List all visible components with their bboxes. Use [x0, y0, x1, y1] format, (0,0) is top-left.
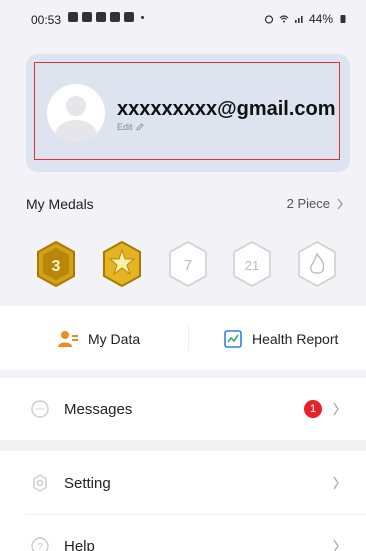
- more-notifications-icon: [141, 15, 144, 19]
- help-row[interactable]: ? Help: [0, 515, 366, 551]
- medal-number: 21: [245, 258, 259, 273]
- help-label: Help: [64, 538, 95, 551]
- medal-21-days-icon[interactable]: 21: [230, 240, 274, 288]
- twitter-icon: [124, 12, 134, 22]
- battery-text: 44%: [308, 12, 333, 26]
- medal-fire-icon[interactable]: [295, 240, 339, 288]
- medal-number: 3: [52, 258, 61, 275]
- messages-label: Messages: [64, 401, 133, 418]
- medals-count-link[interactable]: 2 Piece: [287, 196, 344, 211]
- avatar[interactable]: [47, 84, 105, 142]
- youtube-icon: [82, 12, 92, 22]
- gear-icon: [33, 474, 47, 492]
- wifi-icon: [279, 15, 289, 23]
- messages-badge: 1: [304, 400, 322, 418]
- health-report-label: Health Report: [252, 331, 339, 347]
- status-right: 44%: [264, 12, 348, 26]
- avatar-body-shape: [55, 120, 97, 142]
- chevron-right-icon: [337, 198, 343, 209]
- chevron-right-icon: [333, 539, 339, 551]
- quick-links-divider: [188, 325, 189, 351]
- svg-text:?: ?: [37, 542, 43, 551]
- battery-icon: [340, 15, 346, 23]
- my-data-label: My Data: [88, 331, 141, 347]
- my-data-button[interactable]: My Data: [58, 330, 140, 348]
- medal-number: 7: [184, 257, 192, 274]
- medals-count-label: 2 Piece: [286, 196, 330, 211]
- status-bar: 00:53 44%: [0, 0, 366, 40]
- status-time: 00:53: [31, 13, 62, 27]
- edit-profile-link[interactable]: Edit: [117, 122, 144, 132]
- health-report-button[interactable]: Health Report: [224, 330, 338, 348]
- alarm-icon: [264, 15, 274, 24]
- health-report-icon: [224, 330, 242, 348]
- chat-bubble-icon: [31, 400, 49, 418]
- messages-row[interactable]: Messages 1: [0, 378, 366, 440]
- setting-row[interactable]: Setting: [0, 451, 366, 513]
- avatar-head-shape: [66, 96, 86, 116]
- edit-label: Edit: [117, 122, 133, 132]
- facebook-icon: [68, 12, 78, 22]
- help-icon: ?: [31, 537, 49, 551]
- section-separator: [0, 370, 366, 378]
- chevron-right-icon: [333, 402, 339, 416]
- chevron-right-icon: [333, 476, 339, 490]
- status-notification-icons: [68, 12, 144, 22]
- weather-icon: [110, 12, 120, 22]
- medal-3-gold-icon[interactable]: 3: [34, 240, 78, 288]
- medal-star-gold-icon[interactable]: [100, 240, 144, 288]
- app-notification-icon: [96, 12, 106, 22]
- medals-title: My Medals: [26, 196, 94, 212]
- section-separator: [0, 440, 366, 451]
- pencil-icon: [135, 123, 144, 131]
- medal-7-days-icon[interactable]: 7: [166, 240, 210, 288]
- setting-label: Setting: [64, 475, 111, 492]
- my-data-icon: [58, 331, 78, 347]
- user-email: xxxxxxxxx@gmail.com: [117, 98, 336, 120]
- signal-icon: [294, 16, 303, 23]
